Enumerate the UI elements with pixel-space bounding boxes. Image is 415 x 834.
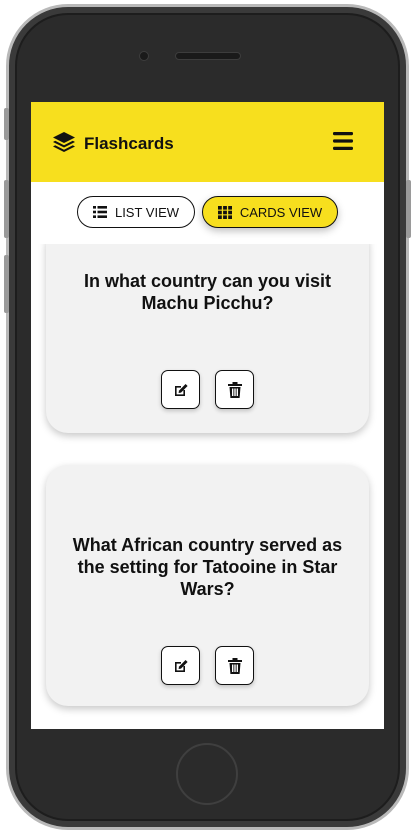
edit-button[interactable] <box>161 370 200 409</box>
menu-button[interactable] <box>332 130 356 152</box>
volume-down-button <box>4 255 9 313</box>
earpiece-speaker <box>175 52 241 60</box>
cards-view-button[interactable]: CARDS VIEW <box>202 196 338 228</box>
device-frame: Flashcards LIST VIEW CARDS VIEW In what … <box>0 0 415 834</box>
app-screen: Flashcards LIST VIEW CARDS VIEW In what … <box>31 102 384 729</box>
cards-list[interactable]: In what country can you visit Machu Picc… <box>31 244 384 729</box>
hamburger-menu-icon <box>333 132 353 150</box>
mute-switch <box>4 108 9 140</box>
app-title: Flashcards <box>84 134 174 153</box>
front-camera <box>139 51 149 61</box>
edit-icon <box>174 659 188 672</box>
brand[interactable]: Flashcards <box>52 130 174 158</box>
power-button <box>406 180 411 238</box>
delete-button[interactable] <box>215 370 254 409</box>
flashcard[interactable]: In what country can you visit Machu Picc… <box>46 244 369 433</box>
edit-icon <box>174 383 188 396</box>
app-header: Flashcards <box>31 102 384 182</box>
home-button[interactable] <box>176 743 238 805</box>
delete-button[interactable] <box>215 646 254 685</box>
cards-view-label: CARDS VIEW <box>239 204 323 220</box>
view-toggle-bar: LIST VIEW CARDS VIEW <box>31 182 384 244</box>
volume-up-button <box>4 180 9 238</box>
trash-icon <box>227 657 242 674</box>
edit-button[interactable] <box>161 646 200 685</box>
flashcard[interactable]: What African country served as the setti… <box>46 465 369 706</box>
layers-icon <box>52 130 76 158</box>
grid-icon <box>217 205 232 219</box>
list-icon <box>92 206 107 218</box>
trash-icon <box>227 381 242 398</box>
list-view-label: LIST VIEW <box>114 204 180 220</box>
list-view-button[interactable]: LIST VIEW <box>77 196 195 228</box>
card-question: What African country served as the setti… <box>72 535 343 599</box>
card-question: In what country can you visit Machu Picc… <box>83 271 332 313</box>
